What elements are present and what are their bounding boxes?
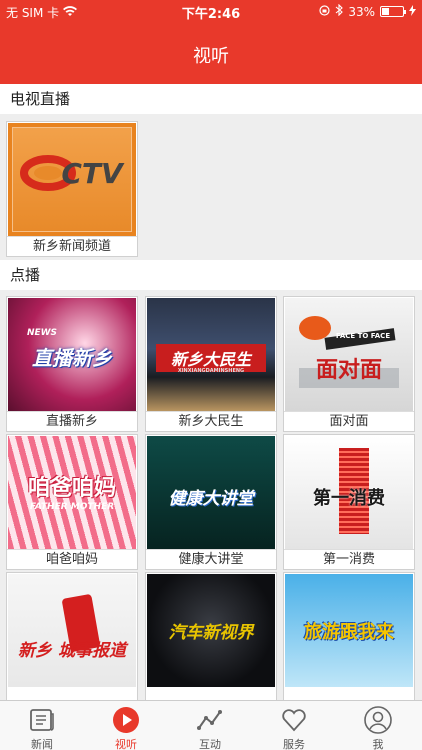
program-label: 第一消费	[284, 549, 414, 569]
program-tile[interactable]: 新乡 城事报道	[6, 572, 138, 708]
program-art-title: 直播新乡	[32, 346, 112, 370]
program-art-title: 新乡 城事报道	[18, 641, 126, 661]
program-tile[interactable]: 汽车新视界	[145, 572, 277, 708]
interact-icon	[196, 706, 224, 734]
program-art-sub: FATHER MOTHER	[29, 502, 115, 512]
program-art: 咱爸咱妈 FATHER MOTHER	[8, 436, 136, 549]
program-tile[interactable]: NEWS 直播新乡 直播新乡	[6, 296, 138, 432]
program-label: 面对面	[284, 411, 414, 431]
program-tile[interactable]: 旅游跟我来	[283, 572, 415, 708]
tab-label: 新闻	[31, 738, 53, 750]
tab-service[interactable]: 服务	[252, 701, 336, 750]
heart-icon	[280, 706, 308, 734]
status-bar: 无 SIM 卡 下午2:46 33%	[0, 0, 422, 22]
program-label: 健康大讲堂	[146, 549, 276, 569]
program-art: FACE TO FACE 面对面	[285, 298, 413, 411]
program-art-title: 面对面	[315, 358, 382, 383]
tab-label: 视听	[115, 738, 137, 750]
battery-icon	[380, 6, 406, 17]
program-art-sub: FACE TO FACE	[335, 332, 391, 340]
tab-interact[interactable]: 互动	[168, 701, 252, 750]
program-art: 新乡 城事报道	[8, 574, 136, 687]
page-title: 视听	[193, 46, 229, 67]
profile-icon	[364, 706, 392, 734]
charging-icon	[409, 4, 416, 19]
tab-label: 服务	[283, 738, 305, 750]
tab-label: 互动	[199, 738, 221, 750]
program-art-title: 第一消费	[313, 488, 385, 509]
program-art-title: 汽车新视界	[168, 623, 254, 643]
program-label: 咱爸咱妈	[7, 549, 137, 569]
orientation-lock-icon	[319, 4, 330, 19]
program-art: NEWS 直播新乡	[8, 298, 136, 411]
tab-video[interactable]: 视听	[84, 701, 168, 750]
channel-label: 新乡新闻频道	[7, 236, 137, 256]
tab-label: 我	[372, 738, 384, 750]
channel-logo: CTV	[8, 123, 136, 236]
program-tile[interactable]: 咱爸咱妈 FATHER MOTHER 咱爸咱妈	[6, 434, 138, 570]
program-art-sub: XINXIANGDAMINSHENG	[177, 368, 245, 374]
program-tile[interactable]: FACE TO FACE 面对面 面对面	[283, 296, 415, 432]
program-art: 汽车新视界	[147, 574, 275, 687]
program-art-sub: NEWS	[26, 328, 58, 338]
program-art: 新乡大民生 XINXIANGDAMINSHENG	[147, 298, 275, 411]
program-art: 健康大讲堂	[147, 436, 275, 549]
live-section-header: 电视直播	[0, 84, 422, 114]
channel-tile[interactable]: CTV 新乡新闻频道	[6, 121, 138, 257]
tab-bar: 新闻 视听 互动 服务 我	[0, 700, 422, 750]
program-art: 旅游跟我来	[285, 574, 413, 687]
program-art-title: 旅游跟我来	[304, 622, 394, 643]
program-art-title: 健康大讲堂	[168, 489, 254, 509]
program-label: 直播新乡	[7, 411, 137, 431]
program-label: 新乡大民生	[146, 411, 276, 431]
program-tile[interactable]: 新乡大民生 XINXIANGDAMINSHENG 新乡大民生	[145, 296, 277, 432]
channel-logo-text: CTV	[61, 157, 123, 190]
battery-percent: 33%	[348, 4, 375, 19]
program-tile[interactable]: 健康大讲堂 健康大讲堂	[145, 434, 277, 570]
news-icon	[28, 706, 56, 734]
tab-news[interactable]: 新闻	[0, 701, 84, 750]
program-art-title: 咱爸咱妈	[27, 476, 116, 501]
top-bar: 无 SIM 卡 下午2:46 33% 视听	[0, 0, 422, 84]
program-art: 第一消费	[285, 436, 413, 549]
vod-section-header: 点播	[0, 260, 422, 290]
program-tile[interactable]: 第一消费 第一消费	[283, 434, 415, 570]
bluetooth-icon	[335, 3, 344, 19]
play-icon	[112, 706, 140, 734]
tab-me[interactable]: 我	[336, 701, 420, 750]
